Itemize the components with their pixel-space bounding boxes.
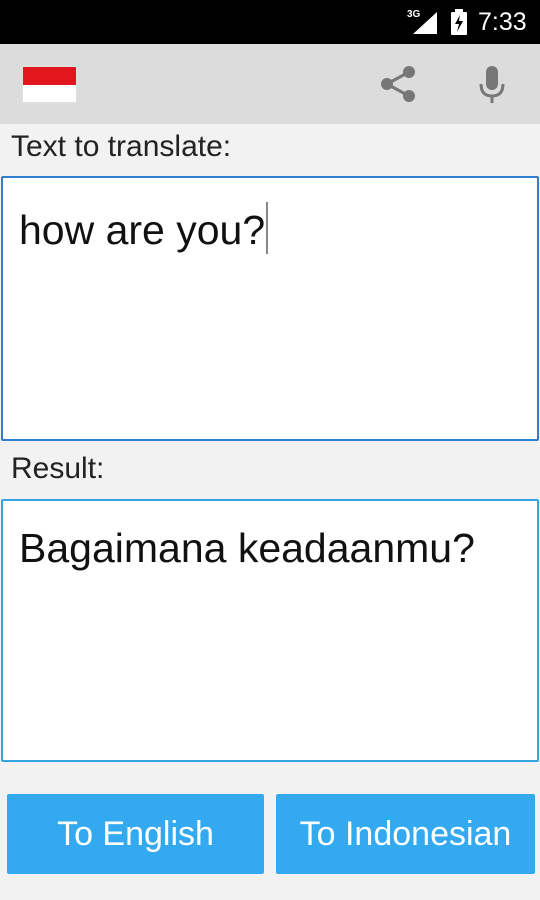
- share-button[interactable]: [374, 60, 422, 108]
- signal-icon: [413, 12, 437, 34]
- input-text-wrapper: how are you?: [19, 202, 269, 254]
- input-label: Text to translate:: [11, 130, 232, 163]
- share-icon: [381, 66, 415, 102]
- status-bar: 3G 7:33: [0, 0, 540, 44]
- result-field[interactable]: Bagaimana keadaanmu?: [1, 499, 539, 762]
- flag-red-stripe: [23, 67, 76, 85]
- input-text: how are you?: [19, 207, 266, 253]
- to-english-button[interactable]: To English: [7, 794, 264, 874]
- flag-white-stripe: [23, 84, 76, 102]
- text-cursor: [266, 202, 269, 254]
- result-text: Bagaimana keadaanmu?: [19, 525, 475, 571]
- translate-input-field[interactable]: how are you?: [1, 176, 539, 441]
- microphone-icon: [479, 66, 505, 103]
- clock: 7:33: [478, 8, 527, 36]
- result-label: Result:: [11, 452, 105, 485]
- battery-charging-icon: [451, 9, 467, 35]
- indonesia-flag-icon[interactable]: [22, 66, 77, 103]
- voice-input-button[interactable]: [468, 60, 516, 108]
- to-indonesian-button[interactable]: To Indonesian: [276, 794, 535, 874]
- app-bar: [0, 44, 540, 124]
